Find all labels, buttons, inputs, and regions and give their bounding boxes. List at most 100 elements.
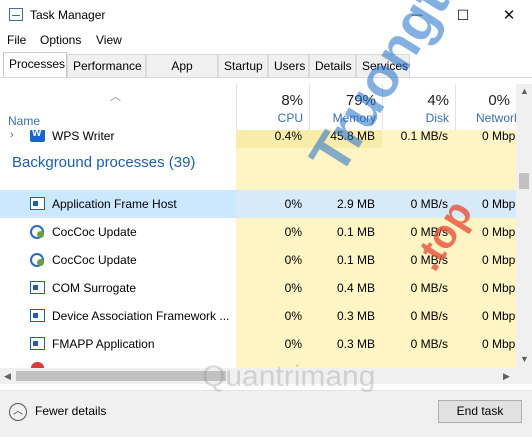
process-disk: 0.1 MB/s <box>400 130 448 143</box>
tab-services[interactable]: Services <box>356 54 410 77</box>
process-name: CocCoc Update <box>52 225 137 239</box>
group-title: Background processes (39) <box>12 154 196 171</box>
title-bar: Task Manager — ☐ ✕ <box>0 0 532 31</box>
process-cpu: 0% <box>284 281 302 295</box>
process-name: Application Frame Host <box>52 197 177 211</box>
chevron-up-circle-icon[interactable]: ︿ <box>9 403 27 421</box>
process-cpu: 0% <box>284 337 302 351</box>
scroll-right-icon[interactable]: ▶ <box>503 371 510 382</box>
menu-view[interactable]: View <box>96 33 122 47</box>
menu-file[interactable]: File <box>7 33 26 47</box>
process-cpu: 0% <box>284 309 302 323</box>
table-row[interactable]: FMAPP Application 0% 0.3 MB 0 MB/s 0 Mbp <box>0 330 516 358</box>
process-memory: 0.1 MB <box>336 225 375 239</box>
column-memory[interactable]: 79% Memory <box>309 84 382 130</box>
group-header: Background processes (39) <box>0 148 516 190</box>
coccoc-icon <box>30 253 44 267</box>
network-percent: 0% <box>488 92 510 109</box>
tab-startup[interactable]: Startup <box>218 54 268 77</box>
scroll-left-icon[interactable]: ◀ <box>4 371 11 382</box>
process-disk: 0 MB/s <box>410 225 448 239</box>
table-row[interactable]: COM Surrogate 0% 0.4 MB 0 MB/s 0 Mbp <box>0 274 516 302</box>
tab-processes[interactable]: Processes <box>3 52 67 77</box>
process-cpu: 0% <box>284 225 302 239</box>
process-memory: 2.9 MB <box>336 197 375 211</box>
memory-percent: 79% <box>345 92 376 109</box>
process-name: CocCoc Update <box>52 253 137 267</box>
network-label: Network <box>476 111 516 125</box>
process-disk: 0 MB/s <box>410 337 448 351</box>
menu-bar: File Options View <box>0 31 532 51</box>
process-cpu: 0% <box>284 197 302 211</box>
table-row[interactable]: Application Frame Host 0% 2.9 MB 0 MB/s … <box>0 190 516 218</box>
expand-chevron-icon[interactable]: › <box>10 130 14 141</box>
vertical-scroll-thumb[interactable] <box>519 173 529 189</box>
footer-bar: ︿ Fewer details End task <box>0 390 532 437</box>
process-icon <box>30 309 45 322</box>
vertical-scrollbar[interactable]: ▲ ▼ <box>516 84 532 368</box>
scroll-up-icon[interactable]: ▲ <box>520 86 529 96</box>
sort-up-icon: ︿ <box>110 91 121 103</box>
process-network: 0 Mbp <box>482 309 516 323</box>
table-row[interactable] <box>0 358 516 368</box>
tab-performance[interactable]: Performance <box>67 54 146 77</box>
window-title: Task Manager <box>30 8 106 22</box>
process-memory: 0.3 MB <box>336 337 375 351</box>
tab-strip: Processes Performance App history Startu… <box>0 52 532 96</box>
process-disk: 0 MB/s <box>410 197 448 211</box>
menu-options[interactable]: Options <box>40 33 81 47</box>
process-network: 0 Mbp <box>482 225 516 239</box>
close-icon: ✕ <box>502 7 516 24</box>
fewer-details-link[interactable]: Fewer details <box>35 404 106 418</box>
process-memory: 0.3 MB <box>336 309 375 323</box>
process-network: 0 Mbp <box>482 197 516 211</box>
scroll-down-icon[interactable]: ▼ <box>520 354 529 364</box>
memory-label: Memory <box>332 111 376 125</box>
process-icon <box>30 197 45 210</box>
process-cpu: 0% <box>284 253 302 267</box>
tab-users[interactable]: Users <box>268 54 309 77</box>
column-network[interactable]: 0% Network <box>455 84 516 130</box>
cpu-percent: 8% <box>281 92 303 109</box>
process-network: 0 Mbp <box>482 253 516 267</box>
minimize-icon: — <box>411 9 423 21</box>
tab-app-history[interactable]: App history <box>146 54 218 96</box>
horizontal-scroll-thumb[interactable] <box>16 371 226 381</box>
process-disk: 0 MB/s <box>410 253 448 267</box>
column-disk[interactable]: 4% Disk <box>382 84 455 130</box>
process-memory: 45.8 MB <box>330 130 375 143</box>
process-icon <box>30 337 45 350</box>
horizontal-scrollbar[interactable]: ◀ ▶ <box>0 368 516 384</box>
table-row[interactable]: Device Association Framework ... 0% 0.3 … <box>0 302 516 330</box>
cpu-label: CPU <box>277 111 303 125</box>
table-row[interactable]: CocCoc Update 0% 0.1 MB 0 MB/s 0 Mbp <box>0 218 516 246</box>
column-name[interactable]: Name <box>8 114 40 128</box>
maximize-icon: ☐ <box>456 6 470 23</box>
column-cpu[interactable]: 8% CPU <box>236 84 309 130</box>
process-name: Device Association Framework ... <box>52 309 230 323</box>
table-row[interactable]: › WPS Writer 0.4% 45.8 MB 0.1 MB/s 0 Mbp <box>0 130 516 148</box>
tab-details[interactable]: Details <box>309 54 356 77</box>
process-disk: 0 MB/s <box>410 309 448 323</box>
minimize-button[interactable]: — <box>394 0 440 30</box>
close-button[interactable]: ✕ <box>486 0 532 30</box>
process-network: 0 Mbp <box>482 281 516 295</box>
scrollbar-corner <box>516 368 532 384</box>
disk-percent: 4% <box>427 92 449 109</box>
process-name: WPS Writer <box>52 130 115 143</box>
process-name: COM Surrogate <box>52 281 137 295</box>
task-manager-icon <box>9 8 23 21</box>
maximize-button[interactable]: ☐ <box>440 0 486 30</box>
wps-writer-icon <box>30 130 45 142</box>
process-memory: 0.1 MB <box>336 253 375 267</box>
table-row[interactable]: CocCoc Update 0% 0.1 MB 0 MB/s 0 Mbp <box>0 246 516 274</box>
process-cpu: 0.4% <box>274 130 302 143</box>
process-network: 0 Mbp <box>482 130 516 143</box>
process-memory: 0.4 MB <box>336 281 375 295</box>
process-list: › WPS Writer 0.4% 45.8 MB 0.1 MB/s 0 Mbp… <box>0 130 516 368</box>
disk-label: Disk <box>425 111 449 125</box>
coccoc-icon <box>30 225 44 239</box>
end-task-button[interactable]: End task <box>438 400 522 423</box>
column-headers: ︿ Name 8% CPU 79% Memory 4% Disk 0% Netw… <box>0 84 516 131</box>
process-network: 0 Mbp <box>482 337 516 351</box>
